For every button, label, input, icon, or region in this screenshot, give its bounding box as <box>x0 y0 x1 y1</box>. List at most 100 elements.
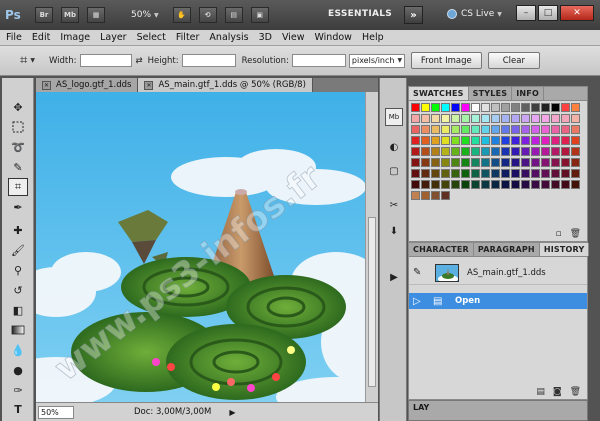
width-input[interactable] <box>79 54 132 67</box>
swatch[interactable] <box>451 103 460 112</box>
swatch[interactable] <box>541 169 550 178</box>
swatch[interactable] <box>501 158 510 167</box>
menu-edit[interactable]: Edit <box>32 32 50 43</box>
tab-as-logo[interactable]: ✕ AS_logo.gtf_1.dds <box>36 78 139 92</box>
swatch[interactable] <box>561 158 570 167</box>
swatch[interactable] <box>471 114 480 123</box>
swatch[interactable] <box>441 136 450 145</box>
screen-mode-button[interactable]: ▣ <box>250 7 269 23</box>
swatch[interactable] <box>441 158 450 167</box>
eraser-tool-icon[interactable]: ◧ <box>8 301 28 319</box>
swatch[interactable] <box>481 125 490 134</box>
swatch[interactable] <box>441 125 450 134</box>
crop-tool-icon[interactable]: ⌗ <box>8 178 28 196</box>
close-icon[interactable]: ✕ <box>144 80 154 90</box>
cs-live-button[interactable]: CS Live ▼ <box>447 9 502 19</box>
swatch[interactable] <box>501 147 510 156</box>
swatch[interactable] <box>551 169 560 178</box>
swatch[interactable] <box>431 136 440 145</box>
swatch[interactable] <box>471 125 480 134</box>
swatch[interactable] <box>541 158 550 167</box>
menu-image[interactable]: Image <box>60 32 90 43</box>
swatch[interactable] <box>571 114 580 123</box>
swatch[interactable] <box>511 125 520 134</box>
mini-bridge-button[interactable]: Mb <box>61 7 79 23</box>
trash-icon[interactable]: 🗑 <box>570 229 581 239</box>
swatch[interactable] <box>531 103 540 112</box>
swatch[interactable] <box>461 147 470 156</box>
actions-panel-icon[interactable]: ⬇ <box>385 222 403 240</box>
swatch[interactable] <box>561 169 570 178</box>
history-state-open[interactable]: ▷ ▤ Open <box>409 293 587 309</box>
swatch[interactable] <box>451 114 460 123</box>
swatch[interactable] <box>481 136 490 145</box>
swatch[interactable] <box>461 103 470 112</box>
show-more-workspaces-button[interactable]: » <box>404 6 423 24</box>
swatch[interactable] <box>531 180 540 189</box>
dodge-tool-icon[interactable]: ● <box>8 361 28 379</box>
tools-presets-icon[interactable]: ✂ <box>385 196 403 214</box>
swatch[interactable] <box>441 191 450 200</box>
swatch[interactable] <box>421 180 430 189</box>
workspace-switcher[interactable]: ESSENTIALS <box>328 9 392 19</box>
swatch[interactable] <box>551 158 560 167</box>
swatch[interactable] <box>491 103 500 112</box>
swatch[interactable] <box>531 147 540 156</box>
mini-bridge-panel-icon[interactable]: Mb <box>385 108 403 126</box>
swatch[interactable] <box>501 180 510 189</box>
rotate-view-button[interactable]: ⟲ <box>198 7 217 23</box>
zoom-field[interactable]: 50% <box>38 405 74 419</box>
swatch[interactable] <box>521 158 530 167</box>
swatch[interactable] <box>411 180 420 189</box>
blur-tool-icon[interactable]: 💧 <box>8 341 28 359</box>
swatch[interactable] <box>421 158 430 167</box>
swatch[interactable] <box>471 147 480 156</box>
swatch[interactable] <box>521 103 530 112</box>
menu-select[interactable]: Select <box>137 32 166 43</box>
menu-file[interactable]: File <box>6 32 22 43</box>
brush-tool-icon[interactable]: 🖌 <box>8 241 28 259</box>
trash-icon[interactable]: 🗑 <box>570 387 581 397</box>
swatch[interactable] <box>501 103 510 112</box>
layers-panel-tab[interactable]: LAY <box>408 400 588 421</box>
swatch[interactable] <box>421 169 430 178</box>
swatch[interactable] <box>461 169 470 178</box>
swatch[interactable] <box>511 169 520 178</box>
menu-view[interactable]: View <box>282 32 305 43</box>
swatch[interactable] <box>511 180 520 189</box>
swatch[interactable] <box>431 103 440 112</box>
swatch[interactable] <box>551 180 560 189</box>
swatch[interactable] <box>521 147 530 156</box>
swatch[interactable] <box>561 180 570 189</box>
swatch[interactable] <box>511 103 520 112</box>
swatch[interactable] <box>531 136 540 145</box>
swatch[interactable] <box>541 125 550 134</box>
swatch[interactable] <box>531 125 540 134</box>
front-image-button[interactable]: Front Image <box>410 52 482 69</box>
menu-filter[interactable]: Filter <box>176 32 200 43</box>
swatch[interactable] <box>511 147 520 156</box>
swatch[interactable] <box>491 136 500 145</box>
tab-paragraph[interactable]: PARAGRAPH <box>474 243 540 256</box>
swatch[interactable] <box>461 125 470 134</box>
swatch[interactable] <box>491 147 500 156</box>
menu-3d[interactable]: 3D <box>259 32 272 43</box>
view-extras-button[interactable]: ▦ <box>87 7 105 23</box>
swatch[interactable] <box>441 180 450 189</box>
swatch[interactable] <box>571 103 580 112</box>
swatch[interactable] <box>431 180 440 189</box>
close-button[interactable]: ✕ <box>560 5 594 21</box>
crop-tool-preset-icon[interactable]: ⌗ <box>20 53 27 68</box>
swap-dimensions-icon[interactable]: ⇄ <box>136 56 143 66</box>
swatch[interactable] <box>451 169 460 178</box>
menu-help[interactable]: Help <box>362 32 384 43</box>
swatch[interactable] <box>571 125 580 134</box>
menu-layer[interactable]: Layer <box>100 32 127 43</box>
chevron-down-icon[interactable]: ▼ <box>30 57 35 64</box>
swatch[interactable] <box>441 103 450 112</box>
vertical-scrollbar[interactable] <box>365 92 378 402</box>
swatch[interactable] <box>531 114 540 123</box>
swatch[interactable] <box>441 147 450 156</box>
swatch[interactable] <box>551 136 560 145</box>
swatch[interactable] <box>571 158 580 167</box>
